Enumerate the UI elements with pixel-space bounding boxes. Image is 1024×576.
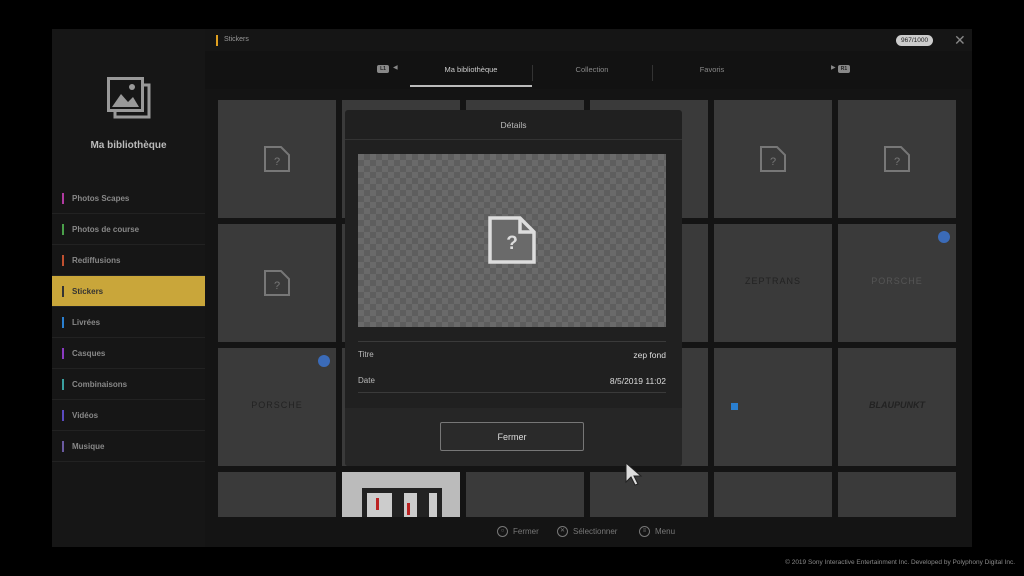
active-tab-underline xyxy=(410,85,532,87)
sidebar-item-photos-scapes[interactable]: Photos Scapes xyxy=(52,183,205,214)
sticker-tile[interactable]: ? xyxy=(714,100,832,218)
fermer-button[interactable]: Fermer xyxy=(440,422,584,451)
arrow-left-icon: ◀ xyxy=(393,65,398,71)
item-count-badge: 967/1000 xyxy=(896,35,934,46)
r1-button-icon[interactable]: R1 xyxy=(838,65,850,73)
sticker-logo: PORSCHE xyxy=(871,276,923,286)
field-label-date: Date xyxy=(358,376,375,385)
missing-image-icon: ? xyxy=(488,216,536,264)
field-divider xyxy=(358,341,666,342)
sidebar-item-label: Vidéos xyxy=(72,410,99,420)
svg-text:?: ? xyxy=(770,156,776,168)
sidebar-item-label: Photos de course xyxy=(72,224,140,234)
sticker-logo: PORSCHE xyxy=(251,400,303,410)
sticker-logo: ZEPTRANS xyxy=(744,276,801,286)
sticker-tile[interactable]: BLAUPUNKT xyxy=(838,348,956,466)
l1-button-icon[interactable]: L1 xyxy=(377,65,389,73)
tab-ma-bibliotheque[interactable]: Ma bibliothèque xyxy=(410,65,532,74)
sidebar-item-videos[interactable]: Vidéos xyxy=(52,400,205,431)
tab-favoris[interactable]: Favoris xyxy=(652,65,772,74)
field-label-titre: Titre xyxy=(358,350,374,359)
hint-fermer[interactable]: ○ Fermer xyxy=(497,526,539,537)
category-color-bar xyxy=(62,224,64,235)
sidebar-item-livrees[interactable]: Livrées xyxy=(52,307,205,338)
sidebar-item-musique[interactable]: Musique xyxy=(52,431,205,462)
breadcrumb: Stickers xyxy=(224,36,249,43)
missing-image-icon: ? xyxy=(760,146,786,172)
category-color-bar xyxy=(62,441,64,452)
category-color-bar xyxy=(62,348,64,359)
tab-collection[interactable]: Collection xyxy=(532,65,652,74)
category-color-bar xyxy=(62,286,64,297)
sidebar-item-stickers[interactable]: Stickers xyxy=(52,276,205,307)
sidebar-item-label: Livrées xyxy=(72,317,101,327)
hint-selectionner[interactable]: ✕ Sélectionner xyxy=(557,526,617,537)
category-color-bar xyxy=(62,410,64,421)
share-icon xyxy=(938,231,950,243)
screen: Ma bibliothèque Photos Scapes Photos de … xyxy=(52,29,972,547)
dialog-divider xyxy=(345,139,682,140)
close-icon[interactable]: ✕ xyxy=(954,31,966,49)
sticker-tile[interactable]: ? xyxy=(838,100,956,218)
svg-text:?: ? xyxy=(274,156,280,168)
missing-image-icon: ? xyxy=(884,146,910,172)
circle-button-icon: ○ xyxy=(497,526,508,537)
field-value-titre: zep fond xyxy=(633,350,666,360)
sticker-tile[interactable]: ZEPTRANS xyxy=(714,224,832,342)
breadcrumb-color-bar xyxy=(216,35,218,46)
sticker-tile[interactable]: ? xyxy=(218,100,336,218)
hint-label: Menu xyxy=(655,527,676,536)
sticker-tile[interactable]: ? xyxy=(218,224,336,342)
sidebar-item-label: Casques xyxy=(72,348,106,358)
dialog-footer: Fermer xyxy=(345,408,682,466)
field-value-date: 8/5/2019 11:02 xyxy=(609,376,666,386)
sticker-tile[interactable] xyxy=(714,348,832,466)
sticker-logo: BLAUPUNKT xyxy=(869,400,925,410)
category-color-bar xyxy=(62,255,64,266)
arrow-right-icon: ▶ xyxy=(831,65,836,71)
sidebar-item-label: Rediffusions xyxy=(72,255,121,265)
sidebar-item-casques[interactable]: Casques xyxy=(52,338,205,369)
sidebar-item-photos-de-course[interactable]: Photos de course xyxy=(52,214,205,245)
svg-text:?: ? xyxy=(506,233,518,254)
details-dialog: Détails ? Titre zep fond Date 8/5/2019 1… xyxy=(345,110,682,466)
share-icon xyxy=(318,355,330,367)
pointer-cursor-icon xyxy=(625,462,643,486)
hint-label: Sélectionner xyxy=(573,527,618,536)
category-color-bar xyxy=(62,379,64,390)
svg-text:?: ? xyxy=(274,280,280,292)
missing-image-icon: ? xyxy=(264,146,290,172)
options-button-icon: ≡ xyxy=(639,526,650,537)
top-bar: Stickers 967/1000 ✕ xyxy=(205,29,972,51)
sidebar-item-label: Combinaisons xyxy=(72,379,128,389)
hint-label: Fermer xyxy=(513,527,539,536)
bottom-hint-bar: ○ Fermer ✕ Sélectionner ≡ Menu xyxy=(205,517,972,547)
sticker-tile[interactable]: PORSCHE xyxy=(838,224,956,342)
dialog-title: Détails xyxy=(500,120,527,130)
sidebar-item-combinaisons[interactable]: Combinaisons xyxy=(52,369,205,400)
sidebar-menu: Photos Scapes Photos de course Rediffusi… xyxy=(52,183,205,462)
cross-button-icon: ✕ xyxy=(557,526,568,537)
svg-text:?: ? xyxy=(894,156,900,168)
copyright-notice: © 2019 Sony Interactive Entertainment In… xyxy=(785,559,1015,566)
image-library-icon xyxy=(107,77,151,119)
sidebar-item-label: Stickers xyxy=(72,286,104,296)
sticker-preview: ? xyxy=(358,154,666,327)
missing-image-icon: ? xyxy=(264,270,290,296)
hint-menu[interactable]: ≡ Menu xyxy=(639,526,675,537)
library-title: Ma bibliothèque xyxy=(90,140,167,151)
category-color-bar xyxy=(62,317,64,328)
category-color-bar xyxy=(62,193,64,204)
sidebar-item-rediffusions[interactable]: Rediffusions xyxy=(52,245,205,276)
sidebar: Ma bibliothèque Photos Scapes Photos de … xyxy=(52,29,205,547)
sidebar-item-label: Musique xyxy=(72,441,105,451)
tab-bar: L1 ◀ Ma bibliothèque Collection Favoris … xyxy=(205,51,972,89)
field-divider xyxy=(358,392,666,393)
blue-square-mark xyxy=(731,403,738,410)
sidebar-item-label: Photos Scapes xyxy=(72,193,130,203)
sticker-tile[interactable]: PORSCHE xyxy=(218,348,336,466)
